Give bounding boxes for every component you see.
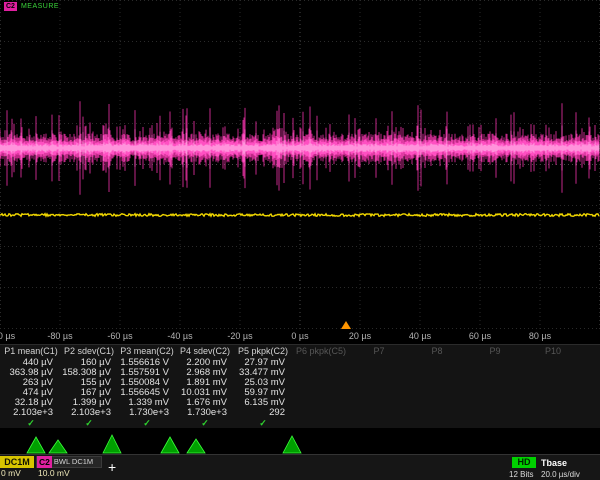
measurement-histicons <box>0 428 600 454</box>
meas-value <box>524 368 582 378</box>
axis-tick-label: -100 µs <box>0 331 15 341</box>
histicon-graphics <box>0 428 600 454</box>
active-channel-badge: C2 <box>4 2 17 11</box>
meas-value <box>292 368 350 378</box>
axis-tick-label: -60 µs <box>107 331 132 341</box>
top-left-status: C2 MEASURE <box>4 2 59 11</box>
meas-header-p8[interactable]: P8 <box>408 345 466 358</box>
meas-value: 2.103e+3 <box>60 408 118 418</box>
histogram-peak <box>187 439 205 453</box>
channel-c1-descriptor[interactable]: DC1M 0 mV <box>0 456 34 479</box>
meas-value <box>524 388 582 398</box>
meas-header-p6[interactable]: P6 pkpk(C5) <box>292 345 350 358</box>
add-trace-plus-marker[interactable]: + <box>108 460 116 474</box>
axis-tick-label: 20 µs <box>349 331 371 341</box>
histogram-peak <box>49 440 67 453</box>
meas-value <box>350 358 408 368</box>
measurement-values: 440 µV160 µV1.556616 V2.200 mV27.97 mV36… <box>0 358 600 418</box>
time-axis: -100 µs -80 µs -60 µs -40 µs -20 µs 0 µs 20 µs… <box>0 329 600 344</box>
meas-value <box>408 388 466 398</box>
meas-value <box>466 378 524 388</box>
meas-value <box>466 368 524 378</box>
meas-header-p7[interactable]: P7 <box>350 345 408 358</box>
axis-tick-label: -80 µs <box>47 331 72 341</box>
acquisition-status-label: MEASURE <box>21 2 59 11</box>
c1-scale-value: 0 mV <box>0 468 34 479</box>
c1-trace[interactable] <box>0 214 599 217</box>
meas-value: 1.730e+3 <box>118 408 176 418</box>
bottom-descriptor-bar: DC1M 0 mV C2 BWL DC1M 10.0 mV + HD 12 Bi… <box>0 454 600 480</box>
meas-value <box>524 378 582 388</box>
measurement-table: P1 mean(C1)P2 sdev(C1)P3 mean(C2)P4 sdev… <box>0 344 600 428</box>
meas-value <box>466 408 524 418</box>
meas-value <box>350 398 408 408</box>
meas-value <box>408 378 466 388</box>
graticule-and-traces <box>0 0 600 330</box>
axis-tick-label: -20 µs <box>227 331 252 341</box>
axis-tick-label: 0 µs <box>291 331 308 341</box>
c2-channel-badge: C2 <box>37 456 52 468</box>
meas-value <box>292 378 350 388</box>
meas-row: 2.103e+32.103e+31.730e+31.730e+3292 <box>0 408 600 418</box>
meas-value <box>350 368 408 378</box>
meas-value: 292 <box>234 408 292 418</box>
meas-value <box>408 398 466 408</box>
meas-value <box>350 378 408 388</box>
waveform-display-area: C2 MEASURE <box>0 0 600 330</box>
c1-coupling-label: DC1M <box>0 456 34 468</box>
hd-mode-badge[interactable]: HD <box>512 457 536 468</box>
meas-header-p9[interactable]: P9 <box>466 345 524 358</box>
meas-value <box>408 358 466 368</box>
meas-value <box>466 388 524 398</box>
axis-tick-label: 60 µs <box>469 331 491 341</box>
meas-value <box>292 408 350 418</box>
c2-coupling-label: BWL DC1M <box>54 456 93 468</box>
meas-header-p10[interactable]: P10 <box>524 345 582 358</box>
c2-descriptor-header: C2 BWL DC1M <box>36 456 102 468</box>
meas-value <box>524 358 582 368</box>
hd-bits-label: 12 Bits <box>509 470 533 479</box>
axis-tick-label: 40 µs <box>409 331 431 341</box>
timebase-scale-value: 20.0 µs/div <box>541 470 580 479</box>
meas-value <box>350 408 408 418</box>
meas-value <box>350 388 408 398</box>
meas-value: 2.103e+3 <box>2 408 60 418</box>
trigger-time-marker-icon[interactable] <box>341 321 351 329</box>
histogram-peak <box>283 436 301 453</box>
meas-value <box>466 358 524 368</box>
meas-value <box>408 368 466 378</box>
meas-value <box>524 398 582 408</box>
meas-value <box>292 358 350 368</box>
axis-tick-label: -40 µs <box>167 331 192 341</box>
meas-value: 1.730e+3 <box>176 408 234 418</box>
meas-value <box>524 408 582 418</box>
axis-tick-label: 80 µs <box>529 331 551 341</box>
meas-value <box>408 408 466 418</box>
histogram-peak <box>103 435 121 453</box>
timebase-descriptor[interactable]: Tbase <box>541 458 567 468</box>
meas-value <box>466 398 524 408</box>
meas-value <box>292 388 350 398</box>
c2-scale-value: 10.0 mV <box>36 468 102 479</box>
histogram-peak <box>161 437 179 453</box>
histogram-peak <box>27 437 45 453</box>
meas-value <box>292 398 350 408</box>
channel-c2-descriptor[interactable]: C2 BWL DC1M 10.0 mV <box>36 456 102 479</box>
oscilloscope-screen: C2 MEASURE -100 µs -80 µs -60 µs -40 µs -20 … <box>0 0 600 480</box>
